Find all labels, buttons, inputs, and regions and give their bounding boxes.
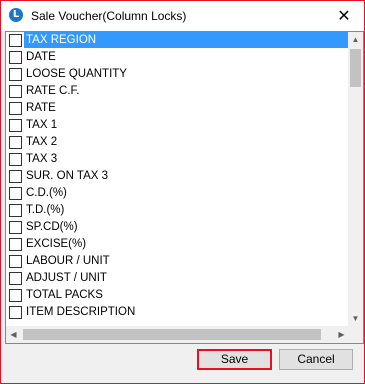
row-checkbox[interactable] <box>9 238 22 251</box>
row-checkbox[interactable] <box>9 306 22 319</box>
column-list-rows: TAX REGION DATE LOOSE QUANTITY RATE C.F. RAT… <box>6 32 351 321</box>
list-item-label: C.D.(%) <box>26 187 67 199</box>
list-item[interactable]: LOOSE QUANTITY <box>6 66 349 83</box>
scrollbar-corner <box>348 326 363 343</box>
save-button[interactable]: Save <box>197 349 272 370</box>
app-logo-icon: L <box>9 8 23 22</box>
row-checkbox[interactable] <box>9 289 22 302</box>
list-item-label: ITEM DESCRIPTION <box>26 306 136 318</box>
list-item[interactable]: TAX REGION <box>6 32 351 49</box>
list-item-label: TAX 3 <box>26 153 58 165</box>
dialog-window: L Sale Voucher(Column Locks) ✕ TAX REGIO… <box>0 0 365 384</box>
list-item[interactable]: C.D.(%) <box>6 185 349 202</box>
chevron-left-icon[interactable]: ◀ <box>6 326 21 343</box>
list-item[interactable]: TOTAL PACKS <box>6 287 349 304</box>
chevron-down-icon[interactable]: ▼ <box>348 311 363 326</box>
row-checkbox[interactable] <box>9 221 22 234</box>
row-checkbox[interactable] <box>9 153 22 166</box>
list-item[interactable]: TAX 3 <box>6 151 349 168</box>
vertical-scroll-thumb[interactable] <box>350 49 361 87</box>
row-checkbox[interactable] <box>9 119 22 132</box>
list-item[interactable]: SUR. ON TAX 3 <box>6 168 349 185</box>
list-item[interactable]: ITEM DESCRIPTION <box>6 304 349 321</box>
chevron-right-icon[interactable]: ▶ <box>334 326 349 343</box>
list-item-label: RATE <box>26 102 56 114</box>
title-bar: L Sale Voucher(Column Locks) ✕ <box>1 1 364 31</box>
row-checkbox[interactable] <box>9 102 22 115</box>
list-item-label: TAX REGION <box>24 32 351 48</box>
row-checkbox[interactable] <box>9 170 22 183</box>
list-item[interactable]: ADJUST / UNIT <box>6 270 349 287</box>
list-item[interactable]: RATE C.F. <box>6 83 349 100</box>
chevron-up-icon[interactable]: ▲ <box>348 32 363 47</box>
list-item-label: TAX 2 <box>26 136 58 148</box>
list-item[interactable]: EXCISE(%) <box>6 236 349 253</box>
list-item-label: DATE <box>26 51 56 63</box>
list-item-label: LABOUR / UNIT <box>26 255 110 267</box>
list-item-label: LOOSE QUANTITY <box>26 68 127 80</box>
row-checkbox[interactable] <box>9 272 22 285</box>
row-checkbox[interactable] <box>9 34 22 47</box>
horizontal-scroll-thumb[interactable] <box>23 329 321 340</box>
close-button[interactable]: ✕ <box>324 1 364 31</box>
close-icon: ✕ <box>337 6 351 25</box>
column-list[interactable]: TAX REGION DATE LOOSE QUANTITY RATE C.F. RAT… <box>5 31 364 344</box>
list-item[interactable]: LABOUR / UNIT <box>6 253 349 270</box>
window-title: Sale Voucher(Column Locks) <box>31 9 187 23</box>
row-checkbox[interactable] <box>9 136 22 149</box>
horizontal-scrollbar[interactable]: ◀ ▶ <box>6 326 349 343</box>
row-checkbox[interactable] <box>9 51 22 64</box>
row-checkbox[interactable] <box>9 68 22 81</box>
list-item[interactable]: RATE <box>6 100 349 117</box>
list-item-label: EXCISE(%) <box>26 238 87 250</box>
row-checkbox[interactable] <box>9 255 22 268</box>
list-item[interactable]: TAX 1 <box>6 117 349 134</box>
list-item[interactable]: TAX 2 <box>6 134 349 151</box>
list-item-label: ADJUST / UNIT <box>26 272 107 284</box>
row-checkbox[interactable] <box>9 204 22 217</box>
list-item[interactable]: T.D.(%) <box>6 202 349 219</box>
list-item-label: T.D.(%) <box>26 204 65 216</box>
list-item[interactable]: DATE <box>6 49 349 66</box>
row-checkbox[interactable] <box>9 85 22 98</box>
cancel-button[interactable]: Cancel <box>279 349 353 370</box>
vertical-scrollbar[interactable]: ▲ ▼ <box>348 32 363 326</box>
list-item-label: RATE C.F. <box>26 85 80 97</box>
list-item-label: TOTAL PACKS <box>26 289 103 301</box>
row-checkbox[interactable] <box>9 187 22 200</box>
list-item-label: SP.CD(%) <box>26 221 78 233</box>
list-item-label: SUR. ON TAX 3 <box>26 170 109 182</box>
list-item-label: TAX 1 <box>26 119 58 131</box>
list-item[interactable]: SP.CD(%) <box>6 219 349 236</box>
